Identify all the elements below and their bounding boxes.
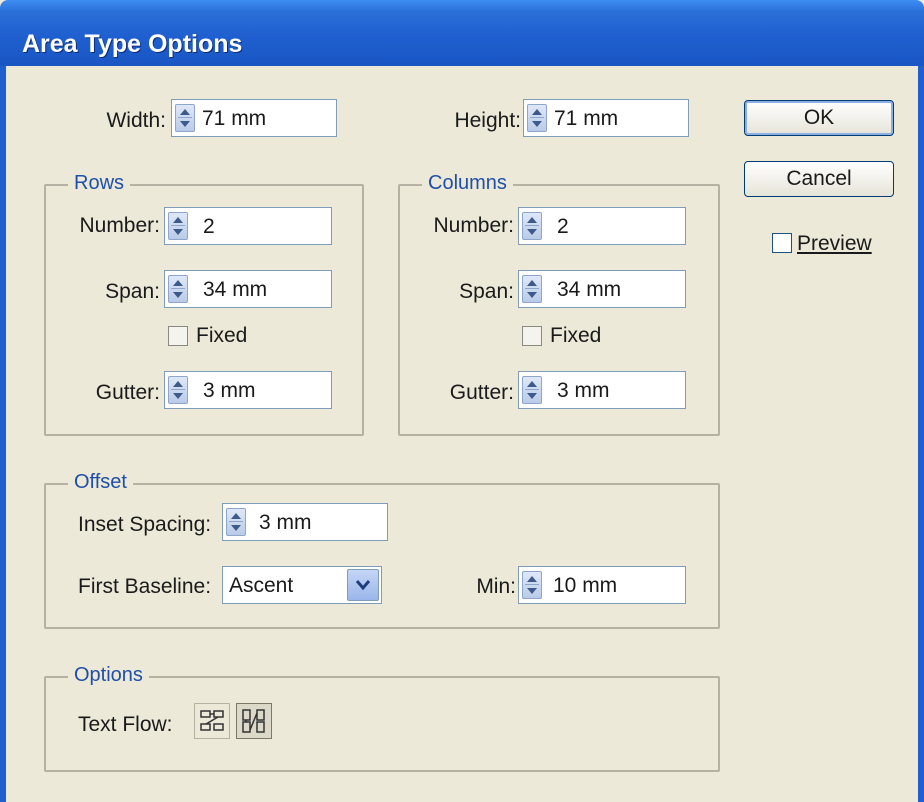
rows-gutter-label: Gutter: [95, 381, 160, 404]
rows-gutter-value: 3 mm [203, 379, 256, 402]
columns-span-label: Span: [459, 280, 514, 303]
rows-gutter-spinner[interactable] [168, 376, 188, 404]
width-spinner[interactable] [175, 104, 195, 132]
inset-spacing-label: Inset Spacing: [78, 513, 212, 536]
columns-gutter-spinner[interactable] [522, 376, 542, 404]
height-value: 71 mm [554, 107, 619, 130]
inset-spacing-spinner[interactable] [226, 508, 246, 536]
columns-number-value: 2 [557, 215, 569, 238]
text-flow-by-columns-icon[interactable] [236, 703, 272, 739]
columns-gutter-value: 3 mm [557, 379, 610, 402]
rows-legend: Rows [68, 172, 131, 195]
window-frame-right [918, 66, 924, 802]
rows-span-label: Span: [105, 280, 160, 303]
columns-span-spinner[interactable] [522, 275, 542, 303]
rows-span-spinner[interactable] [168, 275, 188, 303]
rows-fixed-checkbox[interactable] [168, 326, 188, 346]
first-baseline-select[interactable]: Ascent [222, 566, 382, 604]
columns-number-label: Number: [433, 214, 514, 237]
min-field[interactable]: 10 mm [518, 566, 686, 604]
title-bar: Area Type Options [0, 0, 924, 66]
preview-label[interactable]: Preview [797, 232, 872, 256]
columns-legend: Columns [422, 172, 513, 195]
columns-number-field[interactable]: 2 [518, 207, 686, 245]
columns-gutter-field[interactable]: 3 mm [518, 371, 686, 409]
rows-number-spinner[interactable] [168, 212, 188, 240]
columns-fixed-checkbox[interactable] [522, 326, 542, 346]
columns-fixed-label: Fixed [550, 324, 602, 347]
rows-span-value: 34 mm [203, 278, 268, 301]
ok-button[interactable]: OK [744, 100, 894, 136]
rows-number-label: Number: [79, 214, 160, 237]
width-value: 71 mm [202, 107, 267, 130]
columns-gutter-label: Gutter: [449, 381, 514, 404]
rows-gutter-field[interactable]: 3 mm [164, 371, 332, 409]
window-frame-left [0, 66, 6, 802]
first-baseline-label: First Baseline: [78, 575, 212, 598]
min-spinner[interactable] [522, 571, 542, 599]
rows-number-field[interactable]: 2 [164, 207, 332, 245]
text-flow-label: Text Flow: [78, 713, 173, 736]
inset-spacing-value: 3 mm [259, 511, 312, 534]
height-spinner[interactable] [527, 104, 547, 132]
columns-span-field[interactable]: 34 mm [518, 270, 686, 308]
rows-span-field[interactable]: 34 mm [164, 270, 332, 308]
height-label: Height: [454, 109, 521, 132]
columns-span-value: 34 mm [557, 278, 622, 301]
offset-legend: Offset [68, 471, 133, 494]
min-label: Min: [476, 575, 516, 598]
width-field[interactable]: 71 mm [171, 99, 337, 137]
width-label: Width: [106, 109, 166, 132]
rows-fixed-label: Fixed [196, 324, 248, 347]
columns-number-spinner[interactable] [522, 212, 542, 240]
inset-spacing-field[interactable]: 3 mm [222, 503, 388, 541]
chevron-down-icon[interactable] [347, 569, 379, 601]
options-legend: Options [68, 664, 149, 687]
min-value: 10 mm [553, 574, 618, 597]
window-title: Area Type Options [22, 30, 243, 58]
preview-checkbox[interactable] [772, 233, 792, 253]
text-flow-by-rows-icon[interactable] [194, 703, 230, 739]
rows-number-value: 2 [203, 215, 215, 238]
height-field[interactable]: 71 mm [523, 99, 689, 137]
cancel-button[interactable]: Cancel [744, 161, 894, 197]
first-baseline-value: Ascent [229, 574, 294, 597]
